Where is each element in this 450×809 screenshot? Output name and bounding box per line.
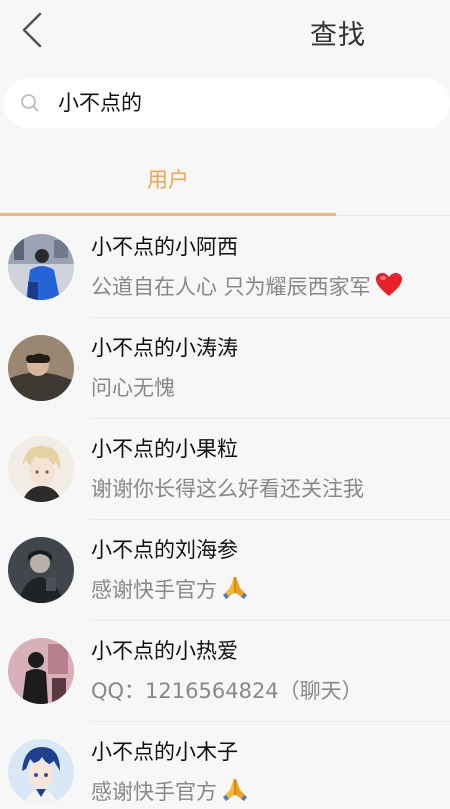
search-input[interactable]: 小不点的	[4, 78, 450, 128]
user-bio: 感谢快手官方	[91, 574, 249, 604]
user-bio: 感谢快手官方	[91, 776, 249, 806]
search-results-screen: 查找 小不点的 用户 小不点的小阿西 公道自在人心 只为耀辰西家军 小不点的小涛…	[0, 0, 450, 809]
avatar[interactable]	[8, 335, 74, 401]
user-list: 小不点的小阿西 公道自在人心 只为耀辰西家军 小不点的小涛涛 问心无愧 小不点的…	[0, 217, 450, 809]
user-name: 小不点的小木子	[91, 740, 238, 764]
top-bar: 查找	[0, 0, 450, 62]
user-bio: QQ：1216564824（聊天）	[91, 679, 363, 703]
user-row[interactable]: 小不点的小果粒 谢谢你长得这么好看还关注我	[0, 419, 450, 520]
avatar[interactable]	[8, 739, 74, 805]
tab-users-label: 用户	[147, 168, 189, 192]
user-row[interactable]: 小不点的刘海参 感谢快手官方	[0, 520, 450, 621]
user-bio: 谢谢你长得这么好看还关注我	[91, 477, 364, 501]
avatar[interactable]	[8, 638, 74, 704]
praying-hands-icon	[221, 575, 249, 601]
tab-bar: 用户	[0, 140, 450, 216]
user-name: 小不点的小果粒	[91, 437, 238, 461]
user-name: 小不点的刘海参	[91, 538, 238, 562]
user-name: 小不点的小涛涛	[91, 336, 238, 360]
avatar[interactable]	[8, 234, 74, 300]
praying-hands-icon	[221, 777, 249, 803]
page-title: 查找	[310, 20, 366, 51]
search-query: 小不点的	[58, 91, 142, 115]
user-row[interactable]: 小不点的小阿西 公道自在人心 只为耀辰西家军	[0, 217, 450, 318]
user-name: 小不点的小热爱	[91, 639, 238, 663]
user-name: 小不点的小阿西	[91, 235, 238, 259]
avatar[interactable]	[8, 436, 74, 502]
search-icon	[21, 94, 39, 112]
tab-users[interactable]: 用户	[0, 140, 336, 216]
user-row[interactable]: 小不点的小热爱 QQ：1216564824（聊天）	[0, 621, 450, 722]
user-row[interactable]: 小不点的小木子 感谢快手官方	[0, 722, 450, 809]
user-row[interactable]: 小不点的小涛涛 问心无愧	[0, 318, 450, 419]
user-bio: 公道自在人心 只为耀辰西家军	[91, 271, 403, 301]
user-bio: 问心无愧	[91, 376, 175, 400]
avatar[interactable]	[8, 537, 74, 603]
active-tab-indicator	[0, 213, 336, 216]
red-heart-icon	[375, 272, 403, 298]
